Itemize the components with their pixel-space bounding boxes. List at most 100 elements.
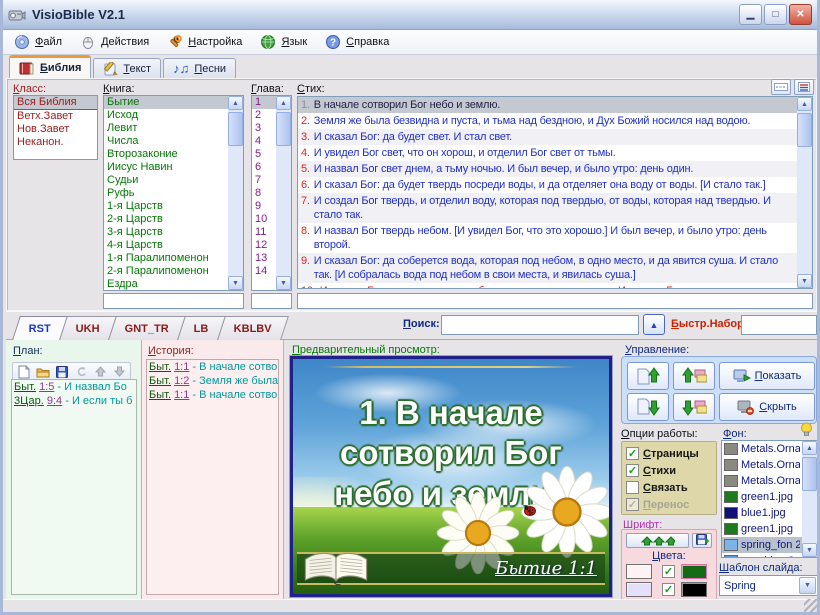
- chapter-item[interactable]: 13: [252, 252, 276, 265]
- scroll-thumb[interactable]: [276, 112, 291, 146]
- scroll-down-button[interactable]: ▼: [802, 543, 817, 557]
- checkbox[interactable]: [626, 464, 639, 477]
- chapter-item[interactable]: 2: [252, 109, 276, 122]
- class-list[interactable]: Вся БиблияВетх.ЗаветНов.ЗаветНеканон.: [13, 95, 98, 160]
- menu-settings[interactable]: Настройка: [160, 31, 253, 53]
- chapter-item[interactable]: 1: [252, 96, 276, 109]
- book-item[interactable]: 2-я Царств: [104, 213, 228, 226]
- verse-scrollbar[interactable]: ▲▼: [797, 97, 812, 288]
- chapter-item[interactable]: 10: [252, 213, 276, 226]
- book-item[interactable]: Судьи: [104, 174, 228, 187]
- book-item[interactable]: Иисус Навин: [104, 161, 228, 174]
- verse-row[interactable]: 10.И назвал Бог сушу землею, а собрание …: [298, 283, 797, 289]
- background-scrollbar[interactable]: ▲▼: [802, 441, 817, 557]
- slide-up-button[interactable]: [673, 362, 715, 390]
- scroll-thumb[interactable]: [802, 457, 817, 491]
- menu-actions[interactable]: Действия: [73, 31, 160, 53]
- background-item[interactable]: Metals.Ornam: [722, 473, 802, 489]
- tab-bible[interactable]: Библия: [9, 55, 91, 78]
- slide-down-button[interactable]: [673, 393, 715, 421]
- scroll-thumb[interactable]: [797, 113, 812, 147]
- show-button[interactable]: Показать: [719, 362, 815, 390]
- option-row[interactable]: Перенос: [626, 496, 712, 513]
- menu-language[interactable]: Язык: [253, 31, 318, 53]
- scroll-up-button[interactable]: ▲: [276, 96, 291, 110]
- lightbulb-icon[interactable]: [800, 422, 813, 437]
- book-item[interactable]: 4-я Царств: [104, 239, 228, 252]
- plan-item[interactable]: Быт. 1:5 - И назвал Бо: [12, 380, 136, 394]
- search-up-button[interactable]: ▲: [643, 314, 665, 335]
- resize-grip[interactable]: [804, 599, 817, 612]
- text-color-swatch[interactable]: [681, 564, 707, 579]
- tab-songs[interactable]: ♪♫ Песни: [163, 58, 236, 78]
- chapter-item[interactable]: 11: [252, 226, 276, 239]
- class-item[interactable]: Нов.Завет: [14, 123, 97, 136]
- chapter-item[interactable]: 7: [252, 174, 276, 187]
- move-down-button-disabled[interactable]: [111, 364, 127, 379]
- font-save-button[interactable]: [692, 533, 712, 548]
- scroll-down-button[interactable]: ▼: [228, 276, 243, 290]
- book-item[interactable]: Числа: [104, 135, 228, 148]
- background-item[interactable]: sunshine 2: [722, 553, 802, 557]
- quick-dial-input[interactable]: [741, 315, 817, 335]
- scroll-thumb[interactable]: [228, 112, 243, 146]
- chapter-item[interactable]: 8: [252, 187, 276, 200]
- chapter-scrollbar[interactable]: ▲▼: [276, 96, 291, 290]
- book-list[interactable]: БытиеИсходЛевитЧислаВторозакониеИисус На…: [103, 95, 244, 291]
- font-size-up-button[interactable]: [626, 533, 689, 548]
- chevron-down-icon[interactable]: ▼: [799, 577, 816, 594]
- background-item[interactable]: green1.jpg: [722, 489, 802, 505]
- verse-row[interactable]: 3.И сказал Бог: да будет свет. И стал св…: [298, 129, 797, 145]
- scroll-up-button[interactable]: ▲: [228, 96, 243, 110]
- chapter-item[interactable]: 5: [252, 148, 276, 161]
- background-list[interactable]: Metals.OrnamMetals.OrnamMetals.Ornamgree…: [721, 440, 818, 558]
- scroll-down-button[interactable]: ▼: [797, 274, 812, 288]
- refresh-plan-button-disabled[interactable]: [73, 364, 89, 379]
- history-item[interactable]: Быт. 1:1 - В начале сотво: [147, 388, 278, 402]
- book-item[interactable]: Бытие: [104, 96, 228, 109]
- plan-item[interactable]: 3Цар. 9:4 - И если ты б: [12, 394, 136, 408]
- background-item[interactable]: spring_fon 2: [722, 537, 802, 553]
- plan-list[interactable]: Быт. 1:5 - И назвал Бо3Цар. 9:4 - И если…: [11, 379, 137, 595]
- page-up-button[interactable]: [627, 362, 669, 390]
- chapter-item[interactable]: 6: [252, 161, 276, 174]
- verse-list[interactable]: 1.В начале сотворил Бог небо и землю.2.З…: [297, 96, 813, 289]
- chapter-list[interactable]: 1234567891011121314 ▲▼: [251, 95, 292, 291]
- verse-wrap-toggle-button[interactable]: [771, 79, 791, 95]
- translation-tab[interactable]: KBLBV: [217, 316, 289, 340]
- history-item[interactable]: Быт. 1:1 - В начале сотво: [147, 360, 278, 374]
- book-item[interactable]: 2-я Паралипоменон: [104, 265, 228, 278]
- new-plan-button[interactable]: [16, 364, 32, 379]
- tab-text[interactable]: Текст: [93, 58, 161, 78]
- book-item[interactable]: 1-я Паралипоменон: [104, 252, 228, 265]
- slide-template-select[interactable]: Spring ▼: [719, 575, 818, 596]
- search-input[interactable]: [441, 315, 639, 335]
- open-plan-button[interactable]: [35, 364, 51, 379]
- book-item[interactable]: 3-я Царств: [104, 226, 228, 239]
- hide-button[interactable]: Скрыть: [719, 393, 815, 421]
- slide-preview[interactable]: 1. В начале сотворил Бог небо и землю.: [290, 356, 612, 597]
- background-item[interactable]: green1.jpg: [722, 521, 802, 537]
- move-up-button-disabled[interactable]: [92, 364, 108, 379]
- verse-row[interactable]: 9.И сказал Бог: да соберется вода, котор…: [298, 253, 797, 283]
- option-row[interactable]: Связать: [626, 479, 712, 496]
- close-button[interactable]: ✕: [789, 4, 812, 25]
- menu-file[interactable]: Файл: [7, 31, 73, 53]
- scroll-track[interactable]: [802, 455, 817, 543]
- save-plan-button[interactable]: [54, 364, 70, 379]
- verse-row[interactable]: 4.И увидел Бог свет, что он хорош, и отд…: [298, 145, 797, 161]
- chapter-item[interactable]: 14: [252, 265, 276, 278]
- scroll-up-button[interactable]: ▲: [797, 97, 812, 111]
- scroll-up-button[interactable]: ▲: [802, 441, 817, 455]
- outline-color-checkbox[interactable]: ✓: [662, 583, 675, 596]
- verse-list-view-button[interactable]: [794, 79, 814, 95]
- minimize-button[interactable]: ▁: [739, 4, 762, 25]
- book-item[interactable]: 1-я Царств: [104, 200, 228, 213]
- scroll-track[interactable]: [228, 110, 243, 276]
- book-item[interactable]: Левит: [104, 122, 228, 135]
- chapter-item[interactable]: 9: [252, 200, 276, 213]
- verse-filter-input[interactable]: [297, 293, 813, 309]
- history-list[interactable]: Быт. 1:1 - В начале сотвоБыт. 1:2 - Земл…: [146, 359, 279, 595]
- translation-tab[interactable]: GNT_TR: [108, 316, 186, 340]
- checkbox[interactable]: [626, 447, 639, 460]
